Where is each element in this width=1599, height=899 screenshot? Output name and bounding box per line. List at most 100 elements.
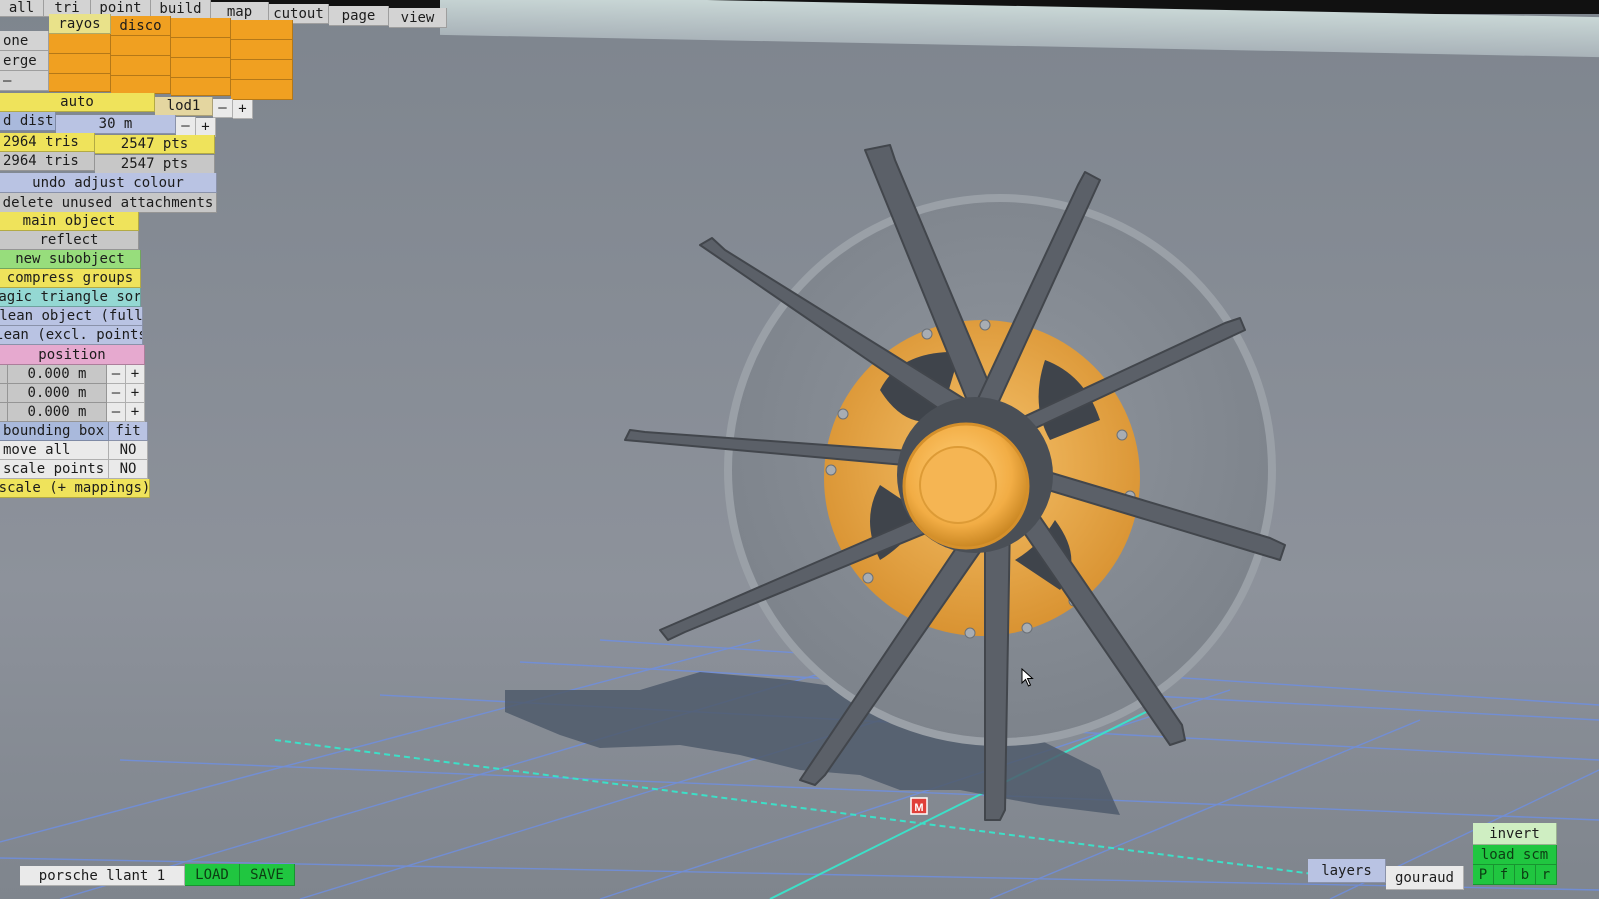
editor-screen: M all tri point build map cutout page vi… [0, 0, 1599, 899]
position-y-field[interactable]: 0.000 m [8, 384, 107, 403]
dist-minus-button[interactable]: – [176, 117, 196, 136]
magic-triangle-sort-button[interactable]: magic triangle sort [0, 288, 141, 307]
menu-view[interactable]: view [389, 8, 447, 28]
material-tab-rayos[interactable]: rayos [49, 14, 111, 34]
move-all-toggle[interactable]: NO [109, 441, 148, 460]
stats-row2-tris: 2964 tris [0, 152, 95, 171]
stats-row1-pts-label: 2547 pts [120, 136, 189, 152]
load-button[interactable]: LOAD [185, 864, 240, 886]
new-subobject-button[interactable]: new subobject [0, 250, 141, 269]
load-scm-label: load scm [1480, 846, 1549, 863]
menu-build-label: build [159, 1, 202, 17]
position-y-minus-button[interactable]: – [107, 384, 126, 403]
bounding-box-fit-button[interactable]: fit [109, 422, 148, 441]
position-z-field[interactable]: 0.000 m [8, 403, 107, 422]
filename-field[interactable]: porsche llant 1 [20, 866, 185, 886]
material-tab-rayos-label: rayos [58, 15, 101, 32]
mouse-cursor-icon [1021, 668, 1034, 687]
position-z-minus-button[interactable]: – [107, 403, 126, 422]
material-slot-r2c4[interactable] [231, 40, 293, 60]
material-slot-r4c3[interactable] [171, 78, 231, 96]
position-z-plus-label: + [130, 404, 140, 420]
clean-object-full-button[interactable]: clean object (full) [0, 307, 143, 326]
position-z-plus-button[interactable]: + [126, 403, 145, 422]
lod-minus-button[interactable]: – [213, 99, 233, 118]
position-x-plus-label: + [130, 366, 140, 382]
position-x-minus-button[interactable]: – [107, 365, 126, 384]
material-row-erge[interactable]: erge [0, 51, 49, 71]
material-slot-r3c1[interactable] [49, 54, 111, 74]
position-y-minus-label: – [111, 385, 121, 401]
lod-minus-label: – [218, 100, 227, 116]
lod-dist-field[interactable]: 30 m [56, 115, 176, 134]
move-all-label-cell: move all [0, 441, 109, 460]
material-row-one-label: one [3, 32, 29, 49]
save-label: SAVE [250, 866, 284, 883]
menu-view-label: view [400, 9, 435, 26]
material-slot-r4c4[interactable] [231, 80, 293, 100]
material-slot-r2c1[interactable] [49, 34, 111, 54]
flag-f-button[interactable]: f [1494, 865, 1515, 885]
reflect-label: reflect [39, 232, 99, 248]
position-x-plus-button[interactable]: + [126, 365, 145, 384]
3d-viewport[interactable]: M [0, 0, 1599, 899]
material-slot-r3c2[interactable] [111, 56, 171, 76]
position-x-minus-label: – [111, 366, 121, 382]
bounding-box-button[interactable]: bounding box [0, 422, 109, 441]
material-row-dash[interactable]: – [0, 71, 49, 91]
invert-button[interactable]: invert [1473, 823, 1557, 845]
flag-b-button[interactable]: b [1515, 865, 1536, 885]
material-slot-r3c3[interactable] [171, 58, 231, 78]
position-x-field[interactable]: 0.000 m [8, 365, 107, 384]
position-z-value: 0.000 m [27, 404, 87, 420]
lod-value-label: lod1 [166, 98, 201, 114]
stats-row2-pts: 2547 pts [95, 155, 215, 174]
center-cap-dome [919, 446, 997, 524]
material-slot-r3c4[interactable] [231, 60, 293, 80]
position-z-axis-cell [0, 403, 8, 422]
flag-b-label: b [1520, 866, 1530, 883]
stats-row1-tris: 2964 tris [0, 133, 95, 152]
move-all-label: move all [3, 442, 71, 458]
material-slot-r4c2[interactable] [111, 76, 171, 94]
material-slot-r1c4[interactable] [231, 20, 293, 40]
clean-excl-points-button[interactable]: clean (excl. points) [0, 326, 143, 345]
lod-auto-button[interactable]: auto [0, 93, 155, 112]
position-y-plus-button[interactable]: + [126, 384, 145, 403]
undo-adjust-colour-button[interactable]: undo adjust colour [0, 173, 217, 193]
flag-r-button[interactable]: r [1536, 865, 1557, 885]
layers-button[interactable]: layers [1308, 859, 1386, 883]
material-row-one[interactable]: one [0, 31, 49, 51]
menu-page-label: page [341, 7, 376, 24]
lod-dist-label: d dist [3, 113, 54, 129]
flag-p-button[interactable]: P [1473, 865, 1494, 885]
delete-unused-attachments-button[interactable]: delete unused attachments [0, 193, 217, 213]
material-row-erge-label: erge [3, 52, 37, 69]
material-slot-r2c2[interactable] [111, 36, 171, 56]
lod-auto-label: auto [60, 94, 94, 110]
main-object-button[interactable]: main object [0, 212, 139, 231]
material-slot-r2c3[interactable] [171, 38, 231, 58]
lod-value-field[interactable]: lod1 [155, 97, 213, 116]
load-scm-button[interactable]: load scm [1473, 845, 1557, 865]
lod-plus-button[interactable]: + [233, 100, 253, 119]
position-y-axis-cell [0, 384, 8, 403]
scale-points-label: scale points [3, 461, 105, 477]
shading-mode-button[interactable]: gouraud [1386, 866, 1464, 890]
material-slot-r4c1[interactable] [49, 74, 111, 92]
position-header-button[interactable]: position [0, 345, 145, 365]
magic-triangle-sort-label: magic triangle sort [0, 289, 141, 305]
reflect-button[interactable]: reflect [0, 231, 139, 250]
delete-unused-attachments-label: delete unused attachments [2, 194, 214, 211]
material-tab-disco[interactable]: disco [111, 16, 171, 36]
save-button[interactable]: SAVE [240, 864, 295, 886]
bounding-box-fit-label: fit [115, 423, 141, 439]
menu-all[interactable]: all [0, 0, 44, 17]
material-slot-r1c3[interactable] [171, 18, 231, 38]
scale-mappings-button[interactable]: scale (+ mappings) [0, 479, 150, 498]
menu-page[interactable]: page [329, 6, 389, 26]
stats-row2-tris-label: 2964 tris [3, 153, 79, 169]
scale-points-toggle[interactable]: NO [109, 460, 148, 479]
menu-map-label: map [226, 3, 253, 20]
compress-groups-button[interactable]: compress groups [0, 269, 141, 288]
